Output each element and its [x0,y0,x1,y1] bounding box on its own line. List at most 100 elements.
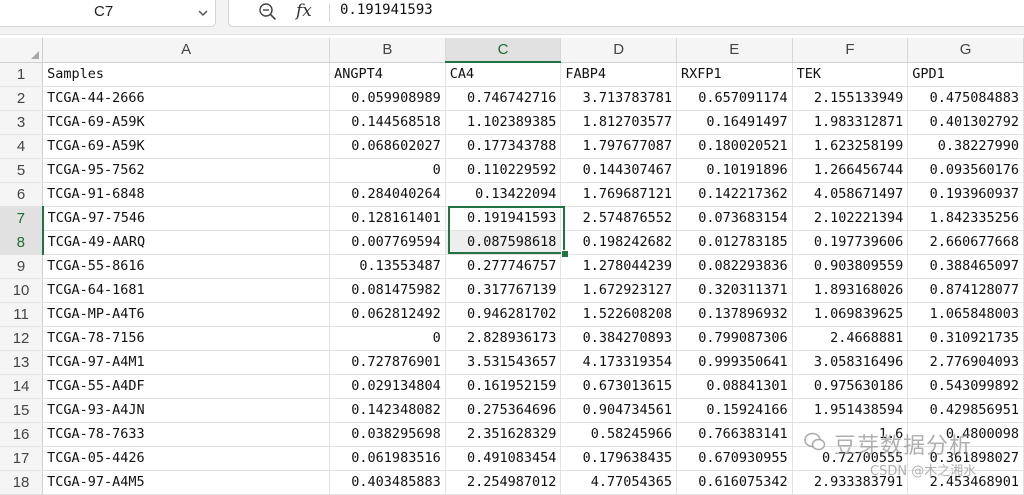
cell-f17[interactable]: 0.72700555 [792,446,909,471]
cell-e12[interactable]: 0.799087306 [676,326,793,351]
column-header-f[interactable]: F [792,38,909,63]
cell-d16[interactable]: 0.58245966 [560,422,677,447]
cell-b12[interactable]: 0 [329,326,446,351]
column-header-b[interactable]: B [329,38,446,63]
function-icon[interactable]: fx [296,1,312,21]
cell-d10[interactable]: 1.672923127 [560,278,677,303]
cell-a5[interactable]: TCGA-95-7562 [42,158,331,183]
cell-a18[interactable]: TCGA-97-A4M5 [42,470,331,495]
cell-c6[interactable]: 0.13422094 [445,182,562,207]
cell-d11[interactable]: 1.522608208 [560,302,677,327]
cell-e10[interactable]: 0.320311371 [676,278,793,303]
cell-g18[interactable]: 2.453468901 [907,470,1024,495]
name-box[interactable]: C7 [0,0,216,27]
cell-e17[interactable]: 0.670930955 [676,446,793,471]
cell-g14[interactable]: 0.543099892 [907,374,1024,399]
cell-e13[interactable]: 0.999350641 [676,350,793,375]
cell-g9[interactable]: 0.388465097 [907,254,1024,279]
row-header[interactable]: 14 [0,374,44,399]
cell-e15[interactable]: 0.15924166 [676,398,793,423]
cell-d12[interactable]: 0.384270893 [560,326,677,351]
cell-a6[interactable]: TCGA-91-6848 [42,182,331,207]
row-header[interactable]: 12 [0,326,44,351]
cell-b9[interactable]: 0.13553487 [329,254,446,279]
cell-a4[interactable]: TCGA-69-A59K [42,134,331,159]
cell-f11[interactable]: 1.069839625 [792,302,909,327]
row-header[interactable]: 18 [0,470,44,495]
cell-a12[interactable]: TCGA-78-7156 [42,326,331,351]
cell-g12[interactable]: 0.310921735 [907,326,1024,351]
row-header[interactable]: 16 [0,422,44,447]
cell-b15[interactable]: 0.142348082 [329,398,446,423]
cell-b3[interactable]: 0.144568518 [329,110,446,135]
cell-b7[interactable]: 0.128161401 [329,206,446,231]
chevron-down-icon[interactable] [196,6,210,20]
cell-g8[interactable]: 2.660677668 [907,230,1024,255]
cell-d5[interactable]: 0.144307467 [560,158,677,183]
cell-g6[interactable]: 0.193960937 [907,182,1024,207]
cell-d1[interactable]: FABP4 [560,62,677,87]
cell-f16[interactable]: 1.6 [792,422,909,447]
cell-a8[interactable]: TCGA-49-AARQ [42,230,331,255]
formula-input[interactable]: 0.191941593 [340,2,433,18]
cell-d13[interactable]: 4.173319354 [560,350,677,375]
cell-d14[interactable]: 0.673013615 [560,374,677,399]
row-header[interactable]: 9 [0,254,44,279]
cell-d3[interactable]: 1.812703577 [560,110,677,135]
cell-g2[interactable]: 0.475084883 [907,86,1024,111]
cell-b16[interactable]: 0.038295698 [329,422,446,447]
cell-c1[interactable]: CA4 [445,62,562,87]
cell-b10[interactable]: 0.081475982 [329,278,446,303]
cell-d9[interactable]: 1.278044239 [560,254,677,279]
cell-c2[interactable]: 0.746742716 [445,86,562,111]
zoom-out-icon[interactable] [258,2,278,22]
cell-e11[interactable]: 0.137896932 [676,302,793,327]
cell-d7[interactable]: 2.574876552 [560,206,677,231]
cell-c12[interactable]: 2.828936173 [445,326,562,351]
cell-g13[interactable]: 2.776904093 [907,350,1024,375]
cell-b5[interactable]: 0 [329,158,446,183]
cell-a13[interactable]: TCGA-97-A4M1 [42,350,331,375]
cell-e5[interactable]: 0.10191896 [676,158,793,183]
cell-a9[interactable]: TCGA-55-8616 [42,254,331,279]
cell-d15[interactable]: 0.904734561 [560,398,677,423]
cell-c18[interactable]: 2.254987012 [445,470,562,495]
cell-f7[interactable]: 2.102221394 [792,206,909,231]
cell-b18[interactable]: 0.403485883 [329,470,446,495]
cell-a11[interactable]: TCGA-MP-A4T6 [42,302,331,327]
row-header[interactable]: 6 [0,182,44,207]
cell-f12[interactable]: 2.4668881 [792,326,909,351]
cell-d17[interactable]: 0.179638435 [560,446,677,471]
cell-g16[interactable]: 0.4800098 [907,422,1024,447]
cell-g10[interactable]: 0.874128077 [907,278,1024,303]
cell-a17[interactable]: TCGA-05-4426 [42,446,331,471]
cell-f2[interactable]: 2.155133949 [792,86,909,111]
cell-c13[interactable]: 3.531543657 [445,350,562,375]
row-header[interactable]: 13 [0,350,44,375]
cell-a14[interactable]: TCGA-55-A4DF [42,374,331,399]
cell-c15[interactable]: 0.275364696 [445,398,562,423]
cell-f18[interactable]: 2.933383791 [792,470,909,495]
row-header[interactable]: 3 [0,110,44,135]
row-header[interactable]: 1 [0,62,44,87]
cell-f1[interactable]: TEK [792,62,909,87]
row-header[interactable]: 2 [0,86,44,111]
cell-e4[interactable]: 0.180020521 [676,134,793,159]
cell-f3[interactable]: 1.983312871 [792,110,909,135]
row-header[interactable]: 15 [0,398,44,423]
cell-c5[interactable]: 0.110229592 [445,158,562,183]
cell-g15[interactable]: 0.429856951 [907,398,1024,423]
cell-g5[interactable]: 0.093560176 [907,158,1024,183]
cell-b6[interactable]: 0.284040264 [329,182,446,207]
cell-e14[interactable]: 0.08841301 [676,374,793,399]
column-header-a[interactable]: A [42,38,331,63]
cell-a10[interactable]: TCGA-64-1681 [42,278,331,303]
cell-a15[interactable]: TCGA-93-A4JN [42,398,331,423]
cell-f9[interactable]: 0.903809559 [792,254,909,279]
cell-f4[interactable]: 1.623258199 [792,134,909,159]
cell-f6[interactable]: 4.058671497 [792,182,909,207]
select-all-corner[interactable] [0,38,44,63]
cell-e1[interactable]: RXFP1 [676,62,793,87]
cell-a7[interactable]: TCGA-97-7546 [42,206,331,231]
cell-c14[interactable]: 0.161952159 [445,374,562,399]
